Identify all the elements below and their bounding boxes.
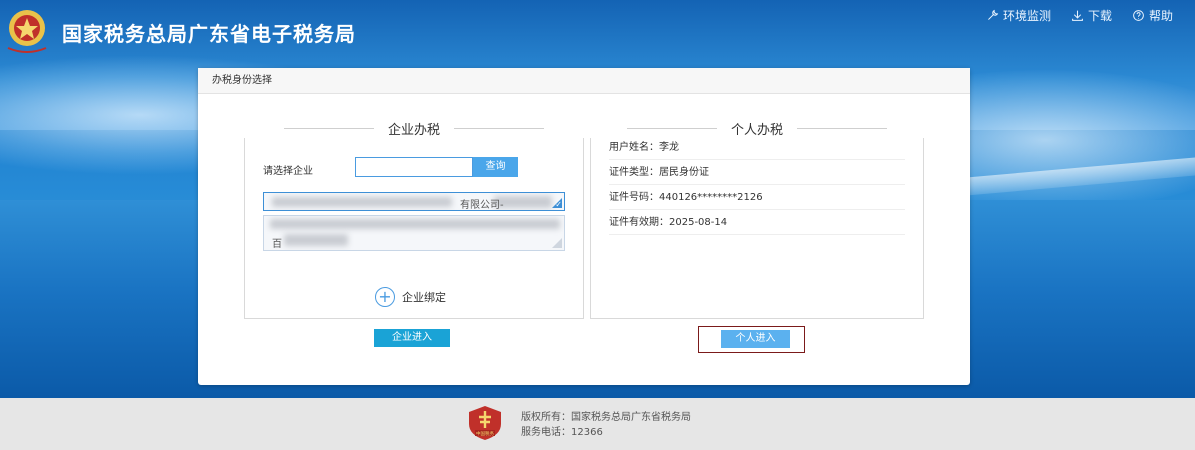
enterprise-enter-button[interactable]: 企业进入 — [374, 329, 450, 347]
enterprise-section-title: 企业办税 — [387, 122, 440, 138]
redacted-text — [270, 219, 560, 229]
company-item[interactable]: 百 — [263, 215, 565, 251]
enterprise-section-heading: 企业办税 — [244, 118, 584, 138]
help-link[interactable]: 帮助 — [1132, 7, 1173, 24]
id-type-row: 证件类型：居民身份证 — [609, 160, 905, 185]
user-name-row: 用户姓名：李龙 — [609, 135, 905, 160]
personal-panel: 用户姓名：李龙 证件类型：居民身份证 证件号码：440126********21… — [590, 126, 924, 319]
top-links: 环境监测 下载 帮助 — [986, 7, 1173, 24]
help-label: 帮助 — [1148, 9, 1173, 23]
bind-company-button[interactable]: + 企业绑定 — [375, 287, 446, 307]
copyright-text: 版权所有：国家税务总局广东省税务局 — [521, 412, 691, 423]
divider — [283, 127, 374, 129]
download-link[interactable]: 下载 — [1071, 7, 1112, 24]
redacted-text — [284, 234, 348, 246]
bind-company-label: 企业绑定 — [402, 291, 446, 304]
personal-section-title: 个人办税 — [730, 122, 783, 138]
site-header: 国家税务总局广东省电子税务局 环境监测 下载 帮助 — [0, 0, 1195, 64]
divider — [454, 127, 544, 129]
id-validity-row: 证件有效期：2025-08-14 — [609, 210, 905, 235]
wrench-icon — [988, 9, 999, 20]
divider — [797, 127, 887, 129]
check-icon: ✓ — [555, 200, 562, 209]
plus-circle-icon: + — [375, 287, 395, 307]
redacted-text — [272, 197, 452, 207]
identity-select-card: 办税身份选择 请选择企业 查询 有限公司- ✓ 百 + 企业绑定 用户姓名：李龙… — [198, 68, 970, 385]
footer-info: 版权所有：国家税务总局广东省税务局 服务电话：12366 — [521, 410, 691, 440]
card-title: 办税身份选择 — [198, 68, 970, 94]
download-icon — [1072, 10, 1083, 21]
emblem-caption: 中国税务 — [476, 430, 494, 437]
env-monitor-link[interactable]: 环境监测 — [986, 7, 1051, 24]
company-name-fragment: 百 — [272, 239, 282, 250]
id-number-row: 证件号码：440126********2126 — [609, 185, 905, 210]
personal-enter-button[interactable]: 个人进入 — [721, 330, 790, 348]
divider — [626, 127, 717, 129]
query-button[interactable]: 查询 — [473, 157, 518, 177]
service-phone-text: 服务电话：12366 — [521, 427, 603, 438]
company-name-fragment: 有限公司- — [460, 200, 504, 211]
site-title: 国家税务总局广东省电子税务局 — [62, 22, 356, 46]
personal-section-heading: 个人办税 — [590, 118, 924, 138]
enterprise-panel: 请选择企业 查询 有限公司- ✓ 百 + 企业绑定 — [244, 126, 584, 319]
select-company-label: 请选择企业 — [263, 166, 313, 177]
download-label: 下载 — [1087, 9, 1112, 23]
resize-corner — [552, 238, 562, 248]
company-search-input[interactable] — [355, 157, 473, 177]
tax-bureau-logo-icon — [7, 10, 47, 53]
help-circle-icon — [1133, 10, 1144, 21]
company-item[interactable]: 有限公司- ✓ — [263, 192, 565, 211]
env-monitor-label: 环境监测 — [1002, 9, 1051, 23]
tax-emblem-icon: 中国税务 — [469, 406, 501, 440]
site-footer: 中国税务 版权所有：国家税务总局广东省税务局 服务电话：12366 — [0, 398, 1195, 450]
